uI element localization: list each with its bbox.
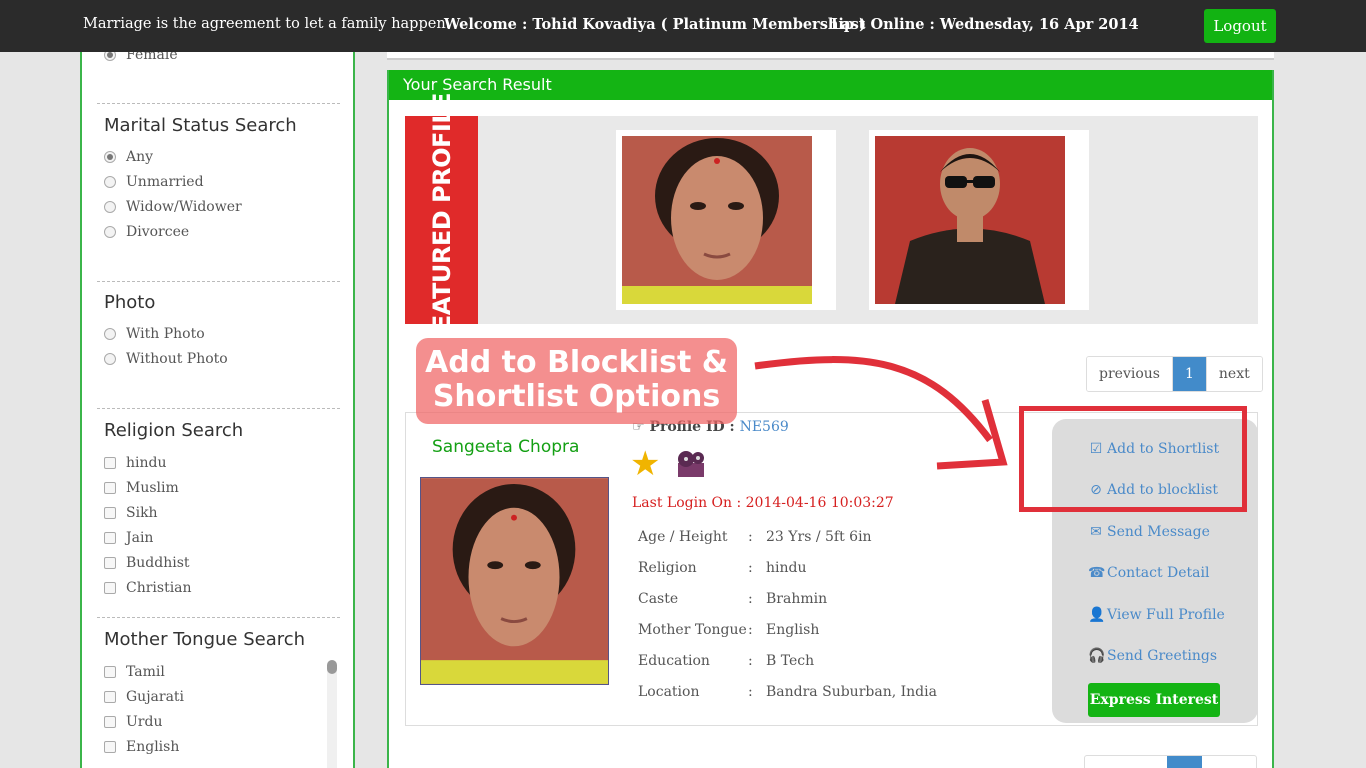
search-sidebar: Female Marital Status Search Any Unmarri…	[80, 0, 355, 768]
checkbox-icon[interactable]	[104, 716, 116, 728]
man-portrait-icon	[875, 136, 1065, 304]
welcome-text: Welcome : Tohid Kovadiya ( Platinum Memb…	[444, 16, 866, 33]
last-online-text: Last Online : Wednesday, 16 Apr 2014	[831, 16, 1139, 33]
tongue-option-gujarati[interactable]: Gujarati	[104, 689, 184, 705]
marital-option-any[interactable]: Any	[104, 149, 153, 165]
main-top-strip	[387, 52, 1274, 60]
pager-page-1[interactable]: 1	[1172, 357, 1207, 391]
tongue-option-english[interactable]: English	[104, 739, 179, 755]
checkbox-icon[interactable]	[104, 532, 116, 544]
featured-photo-1[interactable]	[616, 130, 836, 310]
religion-option-sikh[interactable]: Sikh	[104, 505, 158, 521]
profile-name[interactable]: Sangeeta Chopra	[432, 437, 579, 457]
annotation-callout: Add to Blocklist & Shortlist Options	[416, 338, 737, 424]
divider	[97, 103, 340, 104]
panel-title: Your Search Result	[389, 70, 1272, 100]
tagline: Marriage is the agreement to let a famil…	[83, 16, 451, 32]
religion-option-christian[interactable]: Christian	[104, 580, 192, 596]
phone-icon: ☎	[1088, 565, 1106, 581]
tongue-option-urdu[interactable]: Urdu	[104, 714, 162, 730]
user-icon: 👤	[1088, 607, 1106, 623]
divider	[97, 408, 340, 409]
checkbox-icon[interactable]	[104, 507, 116, 519]
photo-option-without[interactable]: Without Photo	[104, 351, 228, 367]
pager-previous[interactable]: previous	[1087, 357, 1173, 391]
radio-icon[interactable]	[104, 176, 116, 188]
checkbox-icon[interactable]	[104, 691, 116, 703]
checkbox-icon[interactable]	[104, 582, 116, 594]
religion-option-buddhist[interactable]: Buddhist	[104, 555, 190, 571]
view-full-profile-link[interactable]: 👤 View Full Profile	[1088, 607, 1225, 623]
radio-icon[interactable]	[104, 151, 116, 163]
featured-ribbon: FEATURED PROFILE	[405, 93, 478, 347]
headphones-icon: 🎧	[1088, 648, 1106, 664]
radio-icon[interactable]	[104, 328, 116, 340]
photo-title: Photo	[104, 292, 156, 313]
checkbox-icon[interactable]	[104, 557, 116, 569]
top-bar: Marriage is the agreement to let a famil…	[0, 0, 1366, 52]
checkbox-icon[interactable]	[104, 457, 116, 469]
send-message-link[interactable]: ✉ Send Message	[1088, 524, 1210, 540]
marital-option-divorcee[interactable]: Divorcee	[104, 224, 189, 240]
contact-detail-link[interactable]: ☎ Contact Detail	[1088, 565, 1209, 581]
pagination-bottom	[1084, 755, 1257, 768]
profile-id-value[interactable]: NE569	[740, 419, 789, 435]
pager-bottom-active[interactable]	[1167, 756, 1202, 768]
checkbox-icon[interactable]	[104, 482, 116, 494]
marital-option-widow[interactable]: Widow/Widower	[104, 199, 242, 215]
religion-title: Religion Search	[104, 420, 244, 441]
tongue-list-scrollbar[interactable]	[327, 660, 337, 768]
radio-icon[interactable]	[104, 226, 116, 238]
divider	[97, 617, 340, 618]
send-greetings-link[interactable]: 🎧 Send Greetings	[1088, 648, 1217, 664]
radio-icon[interactable]	[104, 353, 116, 365]
pagination-top: previous 1 next	[1086, 356, 1263, 392]
divider	[97, 281, 340, 282]
envelope-icon: ✉	[1090, 524, 1102, 540]
featured-profiles: FEATURED PROFILE	[405, 93, 1258, 347]
checkbox-icon[interactable]	[104, 741, 116, 753]
express-interest-button[interactable]: Express Interest	[1088, 683, 1220, 717]
annotation-highlight-box	[1019, 406, 1247, 512]
tongue-option-tamil[interactable]: Tamil	[104, 664, 165, 680]
logout-button[interactable]: Logout	[1204, 9, 1276, 43]
film-reel-icon[interactable]	[676, 449, 706, 479]
marital-status-title: Marital Status Search	[104, 115, 297, 136]
featured-photo-2[interactable]	[869, 130, 1089, 310]
religion-option-hindu[interactable]: hindu	[104, 455, 167, 471]
profile-photo[interactable]	[420, 477, 609, 685]
woman-portrait-icon	[622, 136, 812, 304]
checkbox-icon[interactable]	[104, 666, 116, 678]
pager-next[interactable]: next	[1206, 357, 1262, 391]
photo-option-with[interactable]: With Photo	[104, 326, 205, 342]
mother-tongue-title: Mother Tongue Search	[104, 629, 306, 650]
star-icon[interactable]: ★	[630, 447, 660, 481]
radio-icon[interactable]	[104, 201, 116, 213]
marital-option-unmarried[interactable]: Unmarried	[104, 174, 204, 190]
religion-option-muslim[interactable]: Muslim	[104, 480, 179, 496]
last-login: Last Login On : 2014-04-16 10:03:27	[632, 495, 894, 511]
religion-option-jain[interactable]: Jain	[104, 530, 153, 546]
scrollbar-thumb[interactable]	[327, 660, 337, 674]
